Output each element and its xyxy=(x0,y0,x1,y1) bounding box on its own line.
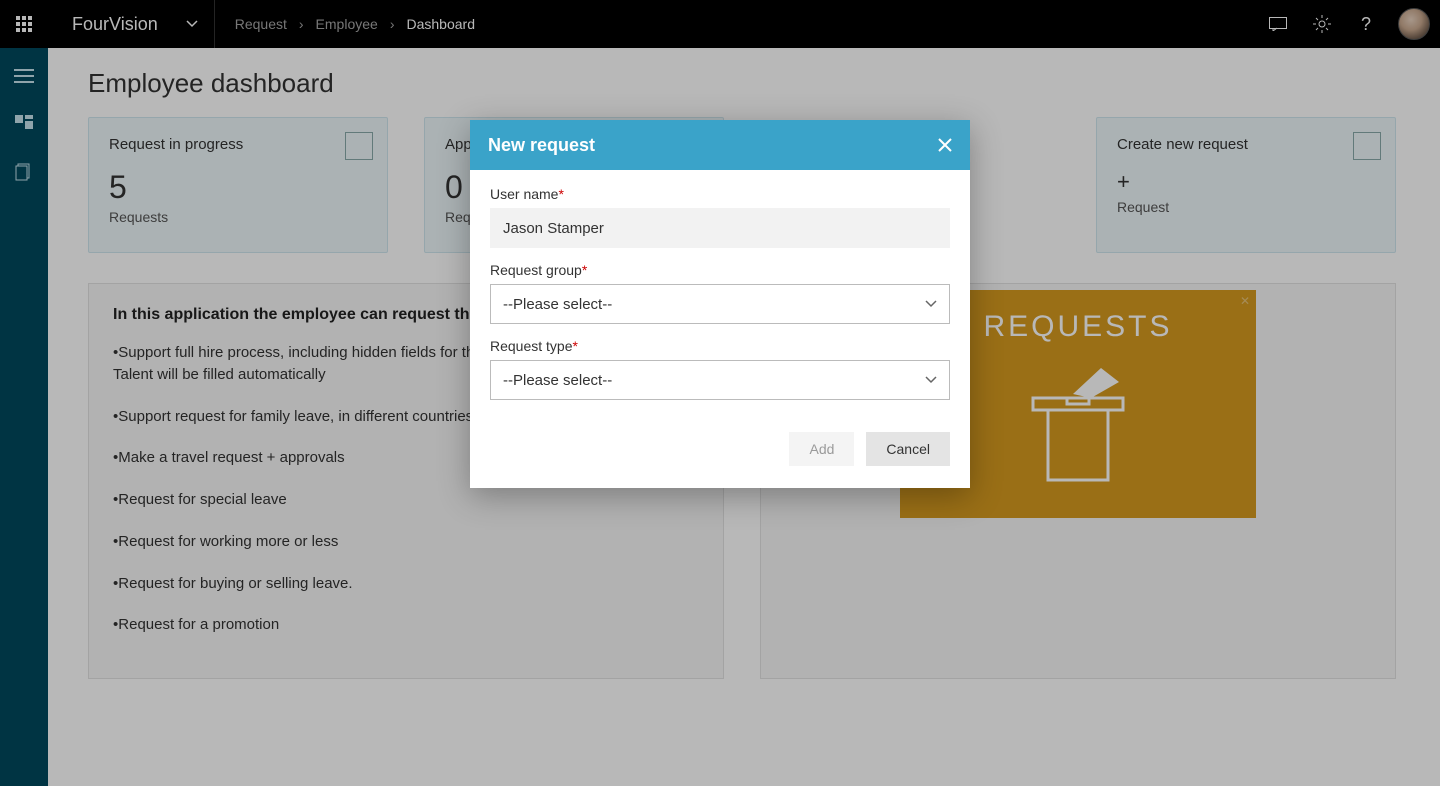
chevron-down-icon xyxy=(925,374,937,386)
username-input[interactable] xyxy=(490,208,950,248)
modal-footer: Add Cancel xyxy=(470,422,970,488)
cancel-button[interactable]: Cancel xyxy=(866,432,950,466)
select-value: --Please select-- xyxy=(503,372,612,389)
request-type-select[interactable]: --Please select-- xyxy=(490,360,950,400)
select-value: --Please select-- xyxy=(503,296,612,313)
new-request-modal: New request User name* Request group* --… xyxy=(470,120,970,488)
chevron-down-icon xyxy=(925,298,937,310)
modal-header: New request xyxy=(470,120,970,170)
modal-title: New request xyxy=(488,135,595,156)
close-icon[interactable] xyxy=(938,138,952,152)
request-group-label: Request group* xyxy=(490,262,950,278)
username-label: User name* xyxy=(490,186,950,202)
modal-body: User name* Request group* --Please selec… xyxy=(470,170,970,422)
request-type-label: Request type* xyxy=(490,338,950,354)
request-group-select[interactable]: --Please select-- xyxy=(490,284,950,324)
add-button[interactable]: Add xyxy=(789,432,854,466)
